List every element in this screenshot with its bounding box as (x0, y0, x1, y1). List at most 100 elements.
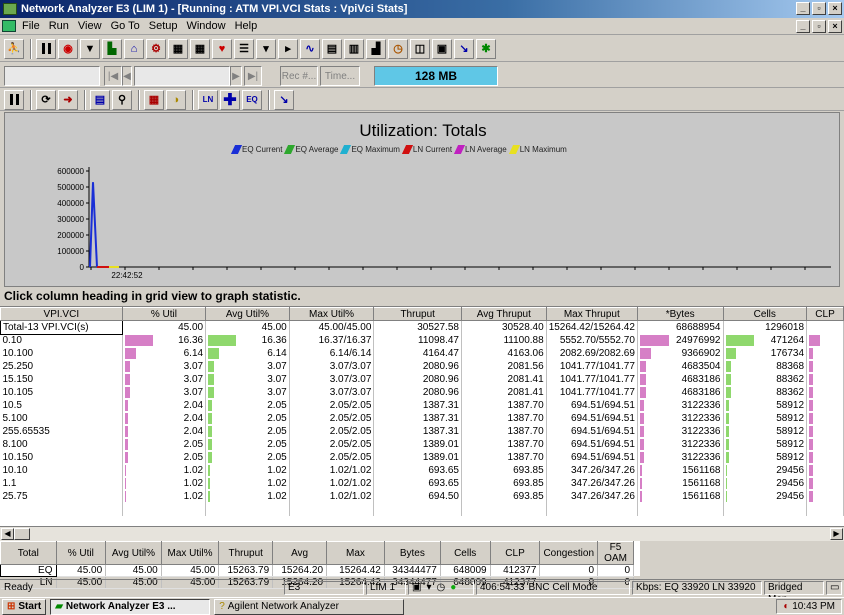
minimize-button[interactable]: _ (796, 2, 810, 15)
wave-icon[interactable]: ∿ (300, 38, 320, 59)
stats-icon[interactable]: ▙ (102, 38, 122, 59)
protocol-icon[interactable]: ☰ (234, 38, 254, 59)
table-row[interactable]: 10.150 2.05 2.05 2.05/2.05 1389.01 1387.70 694… (0, 451, 844, 464)
decode-icon[interactable]: ⌂ (124, 38, 144, 59)
child-restore-button[interactable]: ▫ (812, 20, 826, 33)
vpi-vci-cell[interactable]: 0.10 (0, 334, 123, 347)
vpi-vci-cell[interactable]: 25.250 (0, 360, 123, 373)
menu-goto[interactable]: Go To (111, 20, 140, 32)
table-row[interactable]: 10.10 1.02 1.02 1.02/1.02 693.65 693.85 347.26… (0, 464, 844, 477)
stop-icon[interactable] (36, 38, 56, 59)
health-icon[interactable]: ♥ (212, 38, 232, 59)
menu-file[interactable]: File (22, 20, 40, 32)
prev-record-button[interactable]: ◀ (122, 66, 132, 86)
pointer-icon[interactable]: ↘ (274, 89, 294, 110)
column-header[interactable]: Max Util% (288, 307, 375, 321)
vpi-vci-cell[interactable]: 15.150 (0, 373, 123, 386)
vpi-vci-cell[interactable]: 10.100 (0, 347, 123, 360)
vpi-vci-cell[interactable]: 10.105 (0, 386, 123, 399)
filter-icon[interactable]: ▼ (80, 38, 100, 59)
scroll-left-icon[interactable]: ◀ (1, 528, 14, 540)
menu-view[interactable]: View (78, 20, 102, 32)
table-row[interactable]: 5.100 2.04 2.05 2.05/2.05 1387.31 1387.70 694.… (0, 412, 844, 425)
column-header[interactable]: % Util (121, 307, 207, 321)
vpi-vci-cell[interactable]: 1.1 (0, 477, 123, 490)
ln-button[interactable]: LN (198, 89, 218, 110)
task-agilent[interactable]: ? Agilent Network Analyzer (214, 598, 405, 615)
column-header[interactable]: Max Thruput (545, 307, 638, 321)
filter-field[interactable] (4, 66, 100, 86)
dropdown-icon[interactable]: ▾ (256, 38, 276, 59)
column-header[interactable]: Thruput (373, 307, 462, 321)
window-icon[interactable]: ▣ (432, 38, 452, 59)
first-record-button[interactable]: |◀ (104, 66, 122, 86)
column-header[interactable]: Avg Thruput (460, 307, 547, 321)
matrix-icon[interactable]: ▦ (168, 38, 188, 59)
menu-help[interactable]: Help (235, 20, 258, 32)
connect-icon[interactable]: ↘ (454, 38, 474, 59)
column-header[interactable]: CLP (806, 307, 844, 321)
table-row[interactable]: Total-13 VPI.VCI(s) 45.00 45.00 45.00/45.00… (0, 320, 844, 335)
vpi-vci-cell[interactable]: 10.10 (0, 464, 123, 477)
eq-button[interactable]: EQ (242, 89, 262, 110)
document-icon[interactable] (2, 20, 16, 32)
search-icon[interactable]: ⚲ (112, 89, 132, 110)
table-row[interactable]: 25.75 1.02 1.02 1.02/1.02 694.50 693.85 347.26… (0, 490, 844, 503)
expert-icon[interactable]: ⚙ (146, 38, 166, 59)
column-header[interactable]: Cells (722, 307, 808, 321)
time-button[interactable]: Time... (320, 66, 360, 86)
add-icon[interactable]: ✚ (220, 89, 240, 110)
maximize-button[interactable]: ▫ (812, 2, 826, 15)
grid-icon[interactable]: ▦ (190, 38, 210, 59)
menu-setup[interactable]: Setup (149, 20, 178, 32)
pie-icon[interactable]: ◑ (166, 89, 186, 110)
table-icon[interactable]: ▥ (344, 38, 364, 59)
column-header[interactable]: *Bytes (636, 307, 724, 321)
table-row[interactable]: 10.100 6.14 6.14 6.14/6.14 4164.47 4163.06 208… (0, 347, 844, 360)
column-header[interactable]: VPI.VCI (0, 307, 123, 321)
run-icon[interactable]: ⛹ (4, 38, 24, 59)
vpi-vci-cell[interactable]: 10.5 (0, 399, 123, 412)
child-minimize-button[interactable]: _ (796, 20, 810, 33)
report-icon[interactable]: ▤ (322, 38, 342, 59)
arrow-icon[interactable]: ➜ (58, 89, 78, 110)
menu-window[interactable]: Window (186, 20, 225, 32)
layout-icon[interactable]: ◫ (410, 38, 430, 59)
table-row[interactable]: 1.1 1.02 1.02 1.02/1.02 693.65 693.85 347.26/3… (0, 477, 844, 490)
scroll-right-icon[interactable]: ▶ (830, 528, 843, 540)
column-header[interactable]: Avg Util% (205, 307, 290, 321)
table-row[interactable]: 10.5 2.04 2.05 2.05/2.05 1387.31 1387.70 694.5… (0, 399, 844, 412)
vpi-vci-cell[interactable]: Total-13 VPI.VCI(s) (0, 320, 123, 335)
close-button[interactable]: × (828, 2, 842, 15)
vpi-vci-cell[interactable]: 10.150 (0, 451, 123, 464)
menu-run[interactable]: Run (49, 20, 69, 32)
table-row[interactable]: 25.250 3.07 3.07 3.07/3.07 2080.96 2081.56 104… (0, 360, 844, 373)
capture-icon[interactable]: ◉ (58, 38, 78, 59)
vpi-vci-cell[interactable]: 8.100 (0, 438, 123, 451)
vpi-vci-cell[interactable]: 25.75 (0, 490, 123, 503)
child-close-button[interactable]: × (828, 20, 842, 33)
table-row[interactable]: 0.10 16.36 16.36 16.37/16.37 11098.47 11100.8… (0, 334, 844, 347)
table-row[interactable]: 255.65535 2.04 2.05 2.05/2.05 1387.31 1387.70… (0, 425, 844, 438)
scroll-thumb[interactable] (14, 528, 30, 540)
horizontal-scrollbar[interactable]: ◀ ▶ (0, 526, 844, 541)
vpi-vci-cell[interactable]: 255.65535 (0, 425, 123, 438)
table-row[interactable]: 8.100 2.05 2.05 2.05/2.05 1389.01 1387.70 694.… (0, 438, 844, 451)
rec-button[interactable]: Rec #... (280, 66, 318, 86)
timer-icon[interactable]: ◷ (388, 38, 408, 59)
start-button[interactable]: ⊞ Start (2, 598, 47, 615)
table-row[interactable]: 10.105 3.07 3.07 3.07/3.07 2080.96 2081.41 104… (0, 386, 844, 399)
table-row[interactable]: 15.150 3.07 3.07 3.07/3.07 2080.96 2081.41 104… (0, 373, 844, 386)
chart-icon[interactable]: ▟ (366, 38, 386, 59)
last-record-button[interactable]: ▶| (244, 66, 262, 86)
stop-icon-2[interactable] (4, 89, 24, 110)
refresh-icon[interactable]: ⟳ (36, 89, 56, 110)
record-slider[interactable] (134, 66, 230, 86)
tools-icon[interactable]: ✱ (476, 38, 496, 59)
grid-view-icon[interactable]: ▦ (144, 89, 164, 110)
forward-icon[interactable]: ▸ (278, 38, 298, 59)
columns-icon[interactable]: ▤ (90, 89, 110, 110)
next-record-button[interactable]: ▶ (230, 66, 242, 86)
vpi-vci-cell[interactable]: 5.100 (0, 412, 123, 425)
task-network-analyzer[interactable]: ▰ Network Analyzer E3 ... (50, 598, 211, 615)
